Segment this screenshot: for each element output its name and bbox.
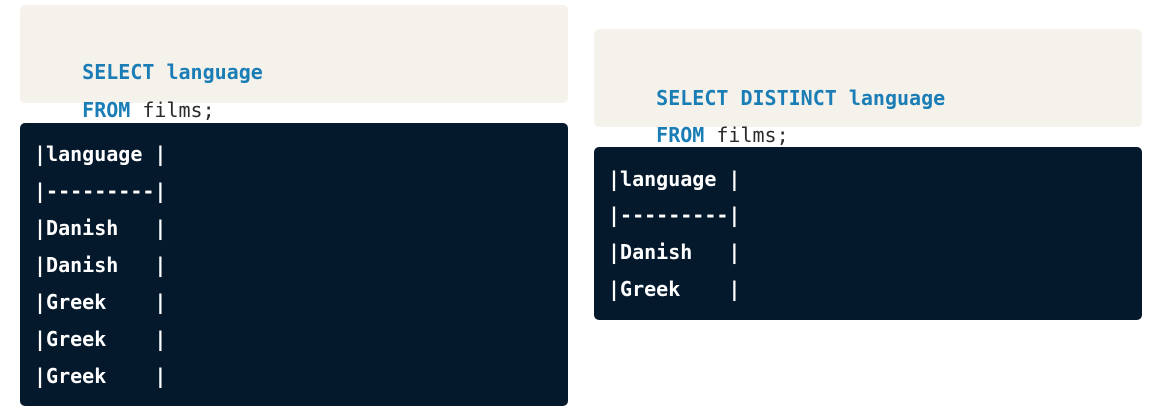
right-result-header: |language |: [608, 167, 741, 191]
right-query-line-1: SELECT DISTINCT language: [608, 43, 945, 110]
left-query-table-name: films;: [130, 98, 215, 122]
left-result-row: |Danish |: [34, 216, 167, 240]
right-query-line-2: FROM films;: [608, 80, 788, 147]
left-query-line-1: SELECT language: [34, 17, 263, 84]
right-query-table-name: films;: [704, 123, 789, 147]
right-result-row: |Danish |: [608, 240, 741, 264]
left-result-header: |language |: [34, 142, 167, 166]
left-result-row: |Greek |: [34, 290, 167, 314]
left-result-separator: |---------|: [34, 179, 167, 203]
left-result-row: |Greek |: [34, 327, 167, 351]
right-query-panel: SELECT DISTINCT language FROM films;: [594, 29, 1142, 147]
left-result-row: |Greek |: [34, 364, 167, 388]
right-result-row: |Greek |: [608, 277, 741, 301]
left-query-line-2: FROM films;: [34, 55, 214, 122]
right-result-separator: |---------|: [608, 203, 741, 227]
left-result-panel: |language | |---------| |Danish | |Danis…: [20, 123, 568, 406]
left-result-row: |Danish |: [34, 253, 167, 277]
right-result-panel: |language | |---------| |Danish | |Greek…: [594, 147, 1142, 320]
left-query-panel: SELECT language FROM films;: [20, 5, 568, 122]
left-query-keyword-from: FROM: [82, 98, 131, 122]
right-query-keyword-from: FROM: [656, 123, 705, 147]
